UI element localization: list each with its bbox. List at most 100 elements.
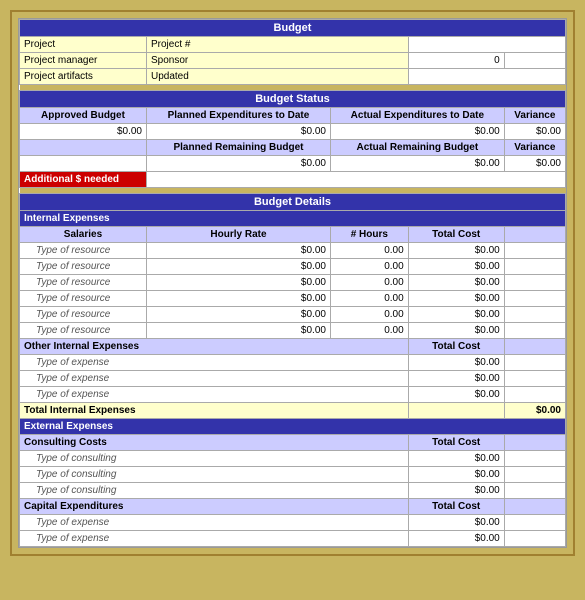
empty-approved	[20, 140, 147, 156]
resource-hours-2[interactable]: 0.00	[330, 259, 408, 275]
resource-name-4[interactable]: Type of resource	[20, 291, 147, 307]
resource-row-5: Type of resource $0.00 0.00 $0.00	[20, 307, 566, 323]
resource-cost-2[interactable]: $0.00	[408, 259, 504, 275]
resource-rate-4[interactable]: $0.00	[146, 291, 330, 307]
planned-val[interactable]: $0.00	[146, 124, 330, 140]
other-expense-cost-1[interactable]: $0.00	[408, 355, 504, 371]
capital-name-1[interactable]: Type of expense	[20, 515, 409, 531]
resource-name-2[interactable]: Type of resource	[20, 259, 147, 275]
resource-hours-3[interactable]: 0.00	[330, 275, 408, 291]
resource-name-3[interactable]: Type of resource	[20, 275, 147, 291]
consulting-extra-1	[504, 451, 565, 467]
variance2-header: Variance	[504, 140, 565, 156]
actual-val[interactable]: $0.00	[330, 124, 504, 140]
additional-val[interactable]	[146, 172, 565, 188]
resource-rate-3[interactable]: $0.00	[146, 275, 330, 291]
salaries-extra	[504, 227, 565, 243]
resource-extra-4	[504, 291, 565, 307]
sponsor-value2[interactable]	[504, 53, 565, 69]
resource-name-1[interactable]: Type of resource	[20, 243, 147, 259]
project-num-value[interactable]	[408, 37, 565, 53]
project-manager-label: Project manager	[20, 53, 147, 69]
capital-cost-2[interactable]: $0.00	[408, 531, 504, 547]
resource-hours-1[interactable]: 0.00	[330, 243, 408, 259]
project-artifacts-label: Project artifacts	[20, 69, 147, 85]
variance-header: Variance	[504, 108, 565, 124]
resource-cost-4[interactable]: $0.00	[408, 291, 504, 307]
variance-val[interactable]: $0.00	[504, 124, 565, 140]
total-cost-header: Total Cost	[408, 227, 504, 243]
capital-cost-1[interactable]: $0.00	[408, 515, 504, 531]
consulting-cost-1[interactable]: $0.00	[408, 451, 504, 467]
resource-hours-6[interactable]: 0.00	[330, 323, 408, 339]
resource-row-2: Type of resource $0.00 0.00 $0.00	[20, 259, 566, 275]
sponsor-label: Sponsor	[146, 53, 408, 69]
actual-rem-val[interactable]: $0.00	[330, 156, 504, 172]
sponsor-value[interactable]: 0	[408, 53, 504, 69]
consulting-costs-header: Consulting Costs	[20, 435, 409, 451]
capital-extra-2	[504, 531, 565, 547]
consulting-name-3[interactable]: Type of consulting	[20, 483, 409, 499]
other-expense-name-3[interactable]: Type of expense	[20, 387, 409, 403]
capital-row-2: Type of expense $0.00	[20, 531, 566, 547]
resource-cost-6[interactable]: $0.00	[408, 323, 504, 339]
consulting-cost-2[interactable]: $0.00	[408, 467, 504, 483]
resource-rate-5[interactable]: $0.00	[146, 307, 330, 323]
actual-exp-header: Actual Expenditures to Date	[330, 108, 504, 124]
empty-val	[20, 156, 147, 172]
other-expense-cost-3[interactable]: $0.00	[408, 387, 504, 403]
other-expense-extra-1	[504, 355, 565, 371]
resource-extra-2	[504, 259, 565, 275]
resource-cost-3[interactable]: $0.00	[408, 275, 504, 291]
capital-extra-1	[504, 515, 565, 531]
total-internal-empty	[408, 403, 504, 419]
updated-label: Updated	[146, 69, 408, 85]
internal-expenses-header: Internal Expenses	[20, 211, 566, 227]
spreadsheet-container: Budget Project Project # Project manager…	[18, 18, 567, 548]
consulting-row-1: Type of consulting $0.00	[20, 451, 566, 467]
resource-hours-4[interactable]: 0.00	[330, 291, 408, 307]
approved-val[interactable]: $0.00	[20, 124, 147, 140]
actual-remaining-header: Actual Remaining Budget	[330, 140, 504, 156]
resource-rate-2[interactable]: $0.00	[146, 259, 330, 275]
consulting-name-1[interactable]: Type of consulting	[20, 451, 409, 467]
resource-row-4: Type of resource $0.00 0.00 $0.00	[20, 291, 566, 307]
updated-value[interactable]	[408, 69, 565, 85]
resource-extra-3	[504, 275, 565, 291]
resource-cost-5[interactable]: $0.00	[408, 307, 504, 323]
consulting-total-header: Total Cost	[408, 435, 504, 451]
resource-hours-5[interactable]: 0.00	[330, 307, 408, 323]
budget-status-title: Budget Status	[20, 91, 566, 108]
variance2-val[interactable]: $0.00	[504, 156, 565, 172]
other-expense-extra-2	[504, 371, 565, 387]
resource-rate-1[interactable]: $0.00	[146, 243, 330, 259]
project-num-label: Project #	[146, 37, 408, 53]
consulting-name-2[interactable]: Type of consulting	[20, 467, 409, 483]
other-expense-name-2[interactable]: Type of expense	[20, 371, 409, 387]
consulting-extra	[504, 435, 565, 451]
hourly-rate-header: Hourly Rate	[146, 227, 330, 243]
consulting-cost-3[interactable]: $0.00	[408, 483, 504, 499]
salaries-header: Salaries	[20, 227, 147, 243]
other-internal-header: Other Internal Expenses	[20, 339, 409, 355]
other-expense-extra-3	[504, 387, 565, 403]
total-internal-val[interactable]: $0.00	[504, 403, 565, 419]
resource-row-3: Type of resource $0.00 0.00 $0.00	[20, 275, 566, 291]
other-expense-name-1[interactable]: Type of expense	[20, 355, 409, 371]
budget-title: Budget	[20, 20, 566, 37]
resource-cost-1[interactable]: $0.00	[408, 243, 504, 259]
resource-name-6[interactable]: Type of resource	[20, 323, 147, 339]
planned-rem-val[interactable]: $0.00	[146, 156, 330, 172]
resource-extra-5	[504, 307, 565, 323]
planned-remaining-header: Planned Remaining Budget	[146, 140, 330, 156]
resource-name-5[interactable]: Type of resource	[20, 307, 147, 323]
consulting-row-2: Type of consulting $0.00	[20, 467, 566, 483]
resource-rate-6[interactable]: $0.00	[146, 323, 330, 339]
resource-row-6: Type of resource $0.00 0.00 $0.00	[20, 323, 566, 339]
capital-name-2[interactable]: Type of expense	[20, 531, 409, 547]
approved-budget-header: Approved Budget	[20, 108, 147, 124]
other-internal-total-header: Total Cost	[408, 339, 504, 355]
project-label: Project	[20, 37, 147, 53]
other-expense-cost-2[interactable]: $0.00	[408, 371, 504, 387]
capital-exp-header: Capital Expenditures	[20, 499, 409, 515]
